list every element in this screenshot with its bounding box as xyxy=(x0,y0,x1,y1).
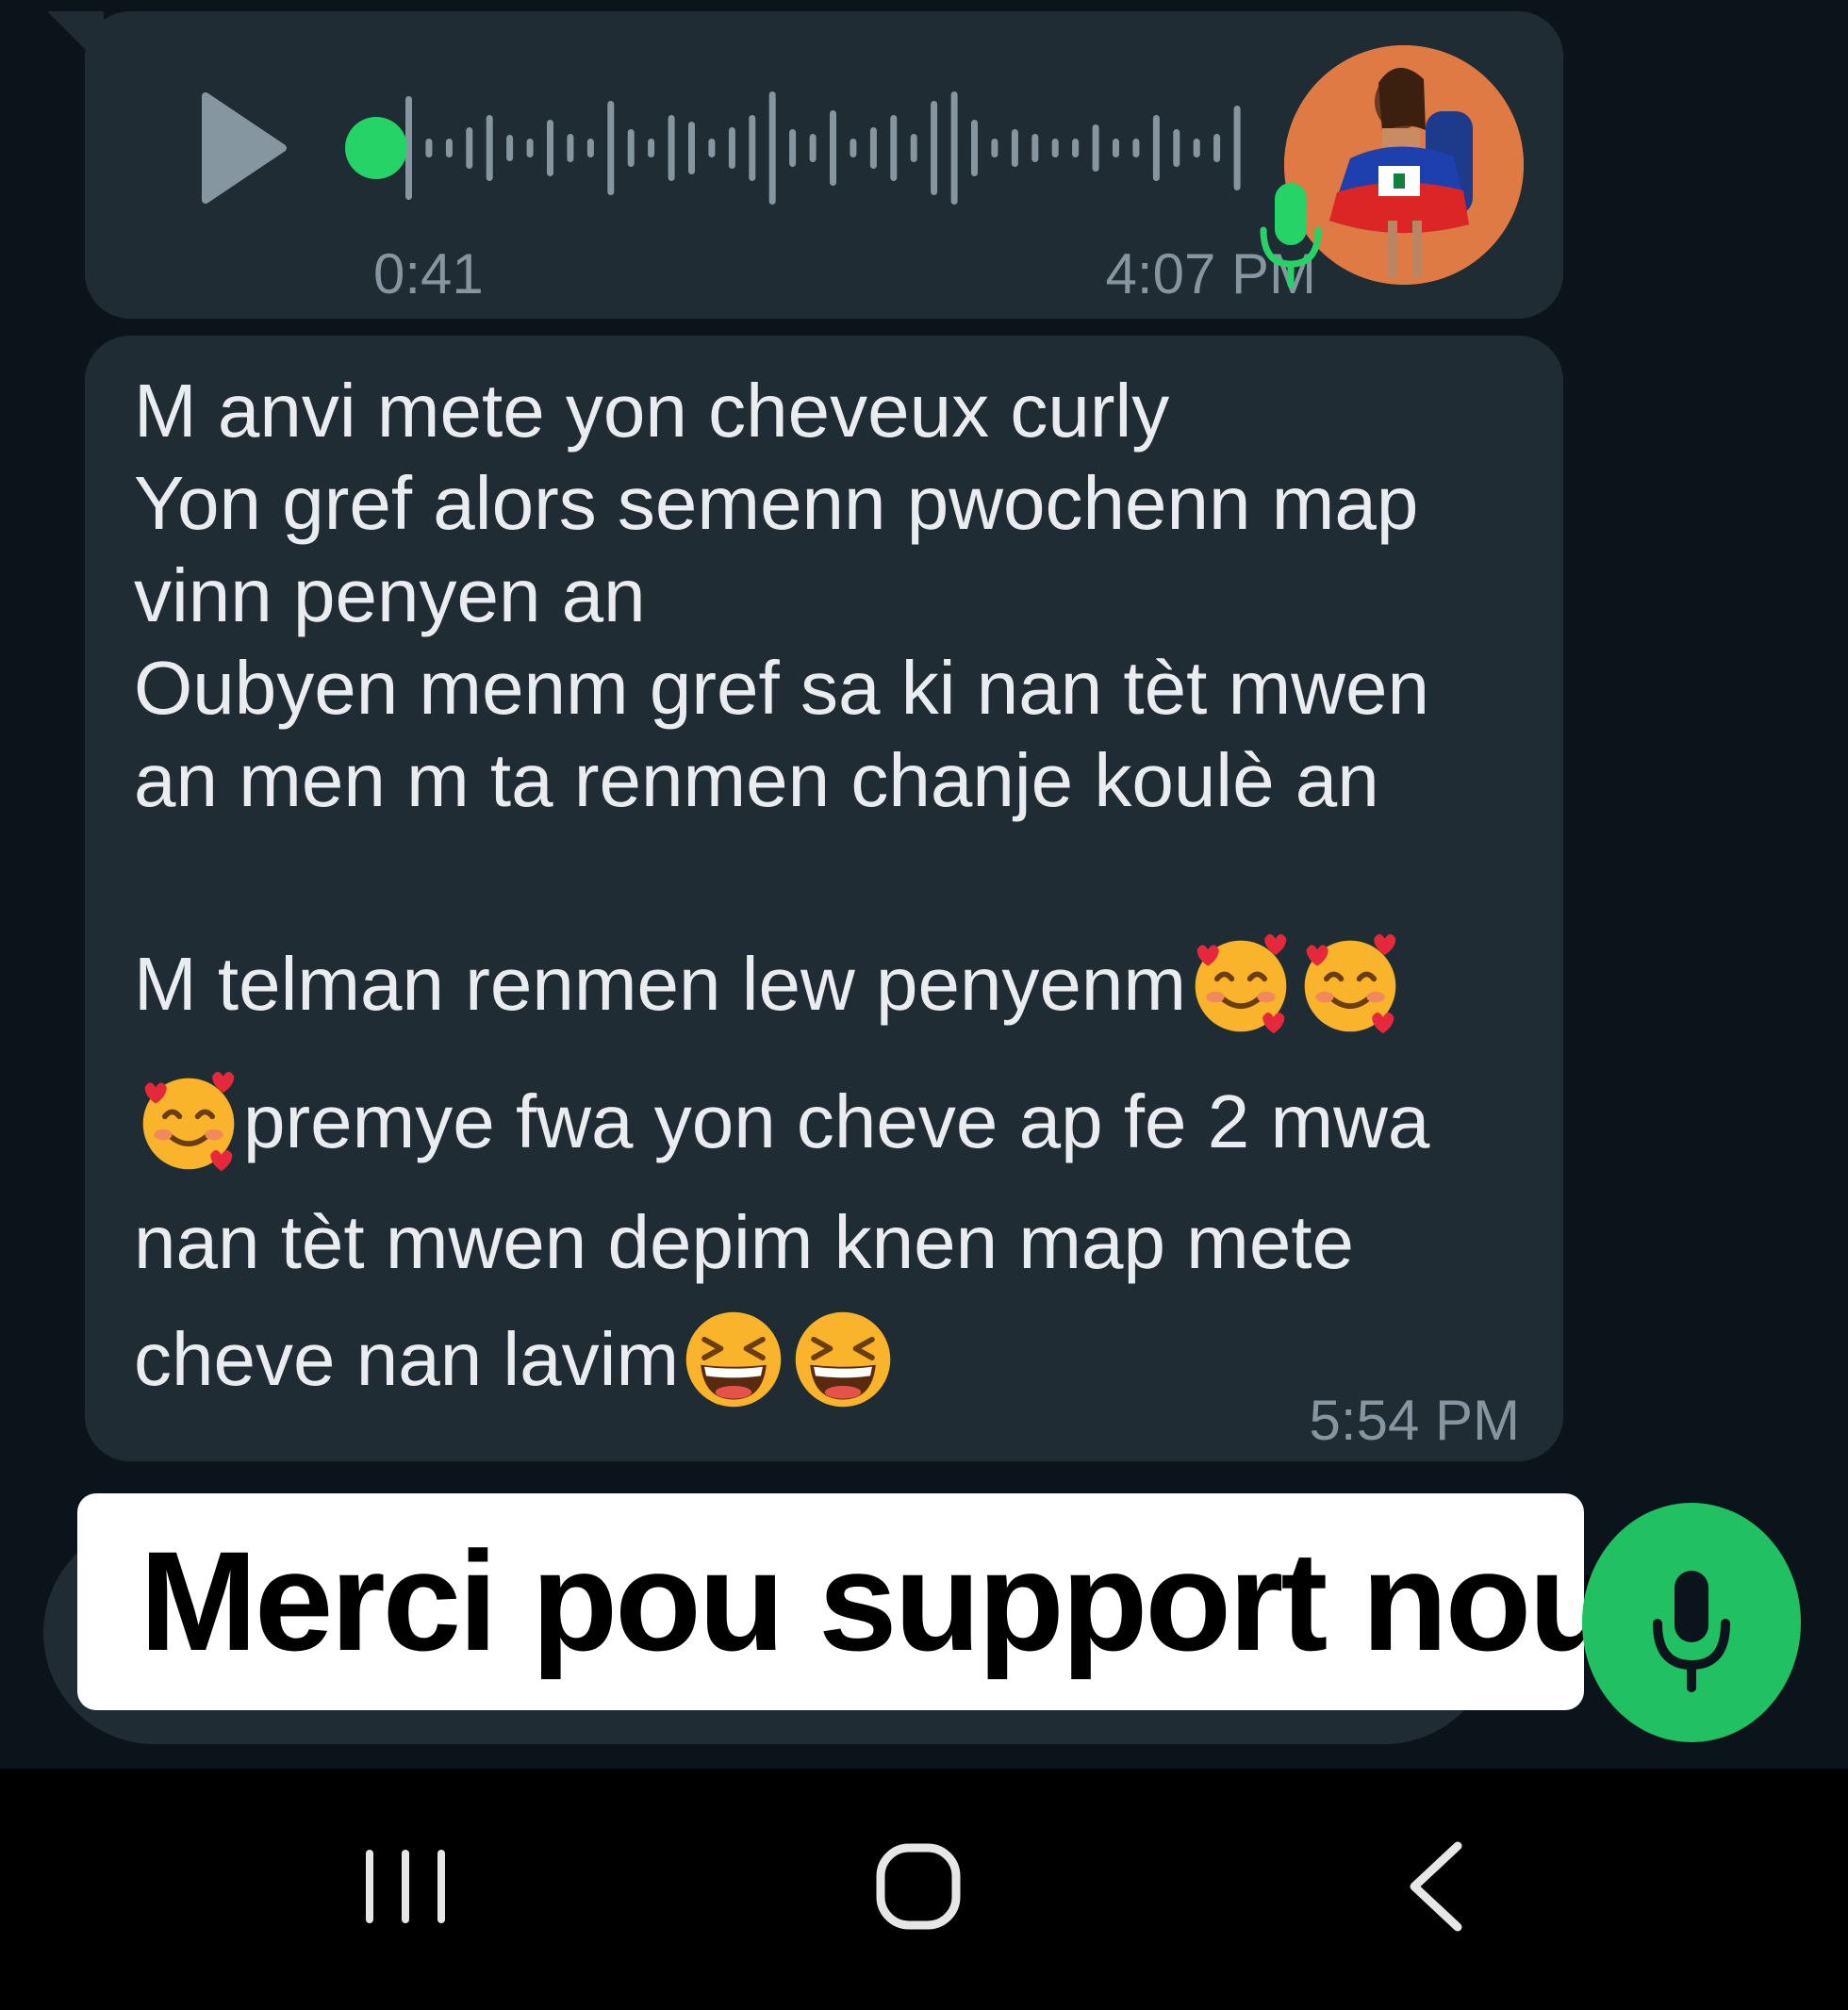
caption-overlay: Merci pou support nou xyxy=(77,1493,1615,1710)
system-nav-bar xyxy=(0,1769,1848,2010)
recents-icon[interactable] xyxy=(311,1825,500,1948)
waveform-bar xyxy=(1152,115,1160,181)
waveform-bar xyxy=(1113,139,1119,157)
back-icon[interactable] xyxy=(1339,1825,1527,1948)
record-voice-button[interactable] xyxy=(1582,1503,1801,1742)
message-text: premye fwa yon cheve ap fe 2 mwa xyxy=(243,1079,1430,1163)
waveform-bar xyxy=(830,110,836,186)
chat-area: 0:41 4:07 PM M anvi mete yon cheveux cur… xyxy=(0,0,1848,1769)
waveform-bar xyxy=(809,134,817,162)
waveform-bar xyxy=(445,139,453,157)
waveform-bar xyxy=(1173,129,1180,167)
voice-message-bubble[interactable]: 0:41 4:07 PM xyxy=(85,11,1563,319)
waveform-bar xyxy=(425,139,433,157)
waveform-bar xyxy=(728,127,735,169)
waveform-bar xyxy=(991,139,998,157)
message-line: an men m ta renmen chanje koulè an xyxy=(134,738,1379,822)
waveform-bar xyxy=(1011,129,1018,167)
waveform-bar xyxy=(950,91,958,205)
waveform-bar xyxy=(627,129,635,167)
grinning-squinting-face-icon xyxy=(685,1311,782,1408)
progress-dot[interactable] xyxy=(345,117,407,179)
waveform-bar xyxy=(910,134,917,162)
text-message-bubble[interactable]: M anvi mete yon cheveux curly Yon gref a… xyxy=(85,336,1563,1461)
smiling-face-with-hearts-icon xyxy=(142,1071,235,1172)
waveform-bar xyxy=(668,115,675,181)
message-line: M anvi mete yon cheveux curly xyxy=(134,369,1170,453)
waveform-bar xyxy=(526,139,534,157)
waveform-bar xyxy=(486,115,493,181)
smiling-face-with-hearts-icon xyxy=(1304,933,1396,1034)
waveform-bar xyxy=(749,115,756,181)
waveform-bar xyxy=(890,115,898,181)
message-line: cheve nan lavim xyxy=(134,1305,898,1414)
waveform-bar xyxy=(547,120,553,176)
waveform-bar xyxy=(1193,139,1200,157)
smiling-face-with-hearts-icon xyxy=(1195,933,1287,1034)
waveform-bar xyxy=(1072,139,1080,157)
waveform-bar xyxy=(506,135,514,161)
waveform-bar xyxy=(586,139,594,157)
grinning-squinting-face-icon xyxy=(795,1311,891,1408)
play-icon[interactable] xyxy=(189,87,292,209)
message-line: nan tèt mwen depim knen map mete xyxy=(134,1200,1355,1284)
waveform[interactable] xyxy=(402,68,1250,228)
waveform-bar xyxy=(708,139,716,157)
message-line: Oubyen menm gref sa ki nan tèt mwen xyxy=(134,646,1429,730)
waveform-bar xyxy=(789,129,797,167)
waveform-bar xyxy=(1051,139,1059,157)
message-line: premye fwa yon cheve ap fe 2 mwa xyxy=(134,1067,1429,1177)
waveform-bar xyxy=(869,127,877,169)
message-text: cheve nan lavim xyxy=(134,1317,680,1401)
home-icon[interactable] xyxy=(824,1825,1013,1948)
message-line: M telman renmen lew penyenm xyxy=(134,930,1405,1039)
waveform-bar xyxy=(688,122,695,174)
message-line: Yon gref alors semenn pwochenn map xyxy=(134,461,1419,545)
waveform-bar xyxy=(971,120,978,176)
waveform-bar xyxy=(931,101,938,195)
voice-duration: 0:41 xyxy=(373,242,484,305)
waveform-bar xyxy=(768,91,776,205)
waveform-bar xyxy=(607,101,615,195)
waveform-bar xyxy=(648,139,655,157)
message-line: vinn penyen an xyxy=(134,553,646,637)
waveform-bar xyxy=(466,127,473,169)
waveform-bar xyxy=(1213,134,1221,162)
waveform-bar xyxy=(1092,124,1099,172)
waveform-bar xyxy=(1233,106,1241,190)
microphone-icon xyxy=(1653,1571,1730,1692)
waveform-bar xyxy=(850,139,857,157)
microphone-icon xyxy=(1260,183,1322,288)
waveform-bar xyxy=(1031,134,1039,162)
waveform-bar xyxy=(1132,139,1140,157)
message-text: M telman renmen lew penyenm xyxy=(134,942,1187,1026)
message-time: 5:54 PM xyxy=(1309,1389,1520,1452)
waveform-bar xyxy=(567,134,574,162)
caption-text: Merci pou support nou xyxy=(140,1522,1615,1680)
